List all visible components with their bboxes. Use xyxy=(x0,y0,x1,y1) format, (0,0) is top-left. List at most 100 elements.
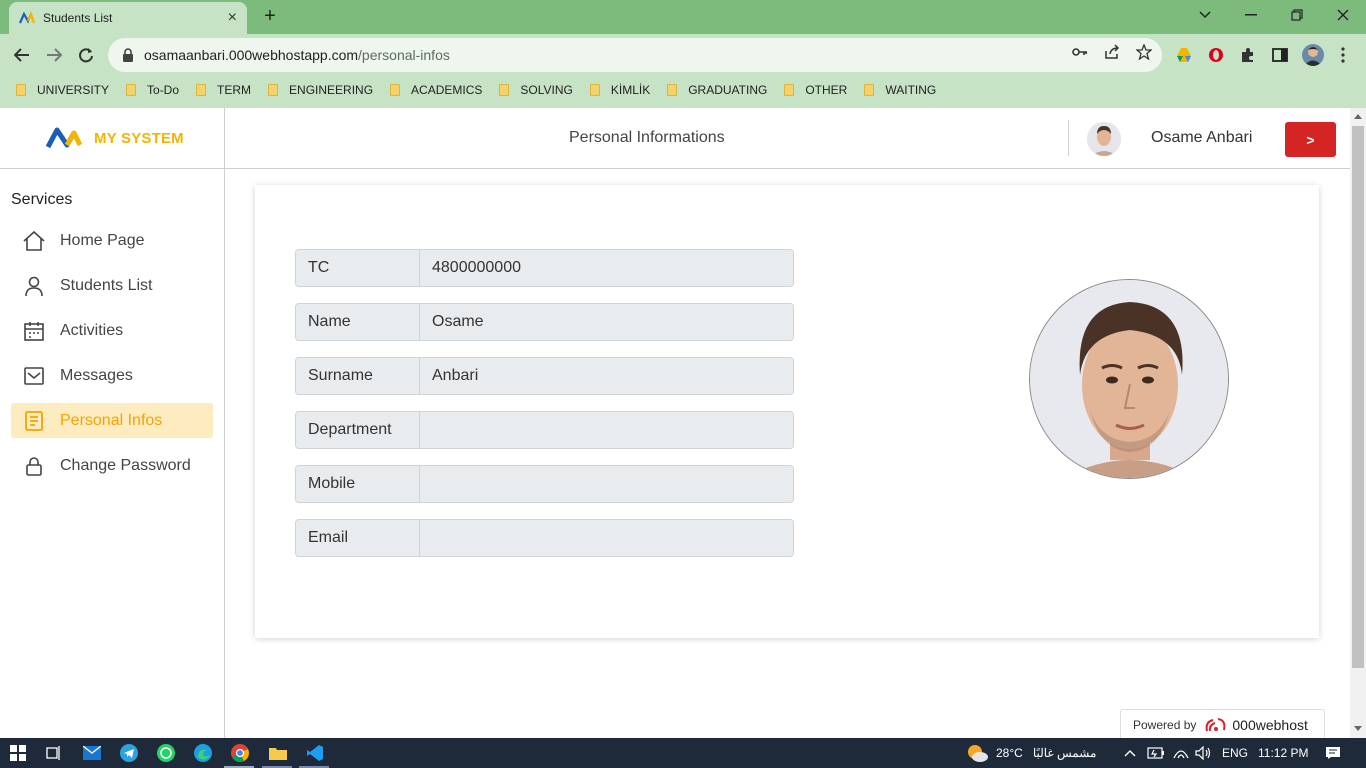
logout-button[interactable]: > xyxy=(1285,122,1336,157)
info-row-mobile: Mobile xyxy=(295,465,794,503)
services-heading: Services xyxy=(11,191,73,208)
wifi-icon[interactable] xyxy=(1173,738,1189,768)
telegram-icon[interactable] xyxy=(119,743,139,763)
scroll-down-icon[interactable] xyxy=(1354,726,1362,731)
new-tab-button[interactable]: + xyxy=(259,5,281,27)
restore-icon[interactable] xyxy=(1274,0,1320,30)
address-bar[interactable]: osamaanbari.000webhostapp.com/personal-i… xyxy=(108,38,1162,72)
bookmark-item[interactable]: GRADUATING xyxy=(667,83,767,97)
calendar-icon xyxy=(23,320,45,342)
info-value: 4800000000 xyxy=(420,250,793,286)
lock-icon xyxy=(23,455,45,477)
folder-icon xyxy=(268,84,279,96)
info-row-department: Department xyxy=(295,411,794,449)
sidebar-item-activities[interactable]: Activities xyxy=(11,313,213,348)
scroll-up-icon[interactable] xyxy=(1354,114,1362,119)
window-close-icon[interactable] xyxy=(1320,0,1366,30)
sidebar-item-personal-infos[interactable]: Personal Infos xyxy=(11,403,213,438)
reload-icon[interactable] xyxy=(74,43,98,67)
sidebar-item-students-list[interactable]: Students List xyxy=(11,268,213,303)
personal-info-card: TC 4800000000 Name Osame Surname Anbari Depart… xyxy=(255,185,1319,638)
home-icon xyxy=(23,230,45,252)
info-row-name: Name Osame xyxy=(295,303,794,341)
lock-icon[interactable] xyxy=(122,48,134,62)
bookmark-item[interactable]: To-Do xyxy=(126,83,179,97)
tab-search-icon[interactable] xyxy=(1182,0,1228,30)
bookmark-star-icon[interactable] xyxy=(1135,43,1153,61)
user-avatar[interactable] xyxy=(1087,122,1121,156)
minimize-icon[interactable] xyxy=(1228,0,1274,30)
mail-app-icon[interactable] xyxy=(82,743,102,763)
logo-mark xyxy=(46,127,83,149)
opera-extension-icon[interactable] xyxy=(1207,46,1225,64)
battery-icon[interactable] xyxy=(1147,738,1165,768)
show-hidden-icons[interactable] xyxy=(1124,738,1136,768)
sidebar-item-messages[interactable]: Messages xyxy=(11,358,213,393)
forward-icon[interactable] xyxy=(42,43,66,67)
scroll-thumb[interactable] xyxy=(1352,126,1364,668)
powered-by-badge[interactable]: Powered by 000webhost xyxy=(1120,709,1325,739)
bookmark-label: KİMLİK xyxy=(610,83,651,97)
mail-icon xyxy=(23,365,45,387)
extension-drive-icon[interactable] xyxy=(1175,46,1193,64)
windows-taskbar: 28°C مشمس غالبًا ENG 11:12 PM xyxy=(0,738,1366,768)
clock[interactable]: 11:12 PM xyxy=(1258,738,1308,768)
bookmark-item[interactable]: OTHER xyxy=(784,83,847,97)
bookmark-item[interactable]: UNIVERSITY xyxy=(16,83,109,97)
chrome-menu-icon[interactable] xyxy=(1334,46,1352,64)
app-logo[interactable]: MY SYSTEM xyxy=(46,127,184,149)
folder-icon xyxy=(16,84,26,96)
profile-avatar[interactable] xyxy=(1302,44,1324,66)
folder-icon xyxy=(126,84,137,96)
info-label: Email xyxy=(296,520,420,556)
webhost-brand: 000webhost xyxy=(1204,716,1308,734)
bookmark-label: OTHER xyxy=(805,83,848,97)
page-scrollbar[interactable] xyxy=(1350,108,1366,738)
language-indicator[interactable]: ENG xyxy=(1222,738,1248,768)
vscode-icon[interactable] xyxy=(305,743,325,763)
bookmark-item[interactable]: WAITING xyxy=(864,83,936,97)
share-icon[interactable] xyxy=(1103,43,1121,61)
back-icon[interactable] xyxy=(10,43,34,67)
side-panel-icon[interactable] xyxy=(1271,46,1289,64)
key-icon[interactable] xyxy=(1071,43,1089,61)
webhost-brand-text: 000webhost xyxy=(1232,716,1308,733)
info-value xyxy=(420,412,793,448)
file-explorer-icon[interactable] xyxy=(268,743,288,763)
info-label: Department xyxy=(296,412,420,448)
document-icon xyxy=(23,410,45,432)
puzzle-extensions-icon[interactable] xyxy=(1239,46,1257,64)
windows-start-icon[interactable] xyxy=(8,743,28,763)
sidebar-item-home-page[interactable]: Home Page xyxy=(11,223,213,258)
browser-tab[interactable]: Students List × xyxy=(9,2,247,34)
chrome-taskbar-icon[interactable] xyxy=(230,743,250,763)
bookmark-item[interactable]: ACADEMICS xyxy=(390,83,482,97)
bookmark-item[interactable]: ENGINEERING xyxy=(268,83,373,97)
whatsapp-icon[interactable] xyxy=(156,743,176,763)
notifications-icon[interactable] xyxy=(1325,738,1341,768)
url-path: /personal-infos xyxy=(358,47,450,63)
sidebar-item-change-password[interactable]: Change Password xyxy=(11,448,213,483)
weather-temp: 28°C xyxy=(996,746,1023,760)
bookmark-item[interactable]: KİMLİK xyxy=(589,83,651,97)
info-value xyxy=(420,466,793,502)
weather-widget[interactable]: 28°C مشمس غالبًا xyxy=(966,738,1096,768)
edge-icon[interactable] xyxy=(193,743,213,763)
page-title: Personal Informations xyxy=(569,129,725,146)
user-name: Osame Anbari xyxy=(1151,129,1253,146)
bookmark-item[interactable]: TERM xyxy=(196,83,251,97)
sidebar: MY SYSTEM Services Home Page Students Lis… xyxy=(0,108,225,738)
sidebar-item-label: Students List xyxy=(60,276,153,294)
close-tab-icon[interactable]: × xyxy=(228,9,237,27)
info-label: TC xyxy=(296,250,420,286)
bookmark-label: WAITING xyxy=(885,83,937,97)
bookmark-label: To-Do xyxy=(147,83,180,97)
bookmark-label: GRADUATING xyxy=(688,83,768,97)
info-value xyxy=(420,520,793,556)
volume-icon[interactable] xyxy=(1195,738,1211,768)
tab-title: Students List xyxy=(43,11,113,25)
task-view-icon[interactable] xyxy=(44,743,64,763)
info-label: Name xyxy=(296,304,420,340)
folder-icon xyxy=(864,84,875,96)
bookmark-item[interactable]: SOLVING xyxy=(499,83,573,97)
